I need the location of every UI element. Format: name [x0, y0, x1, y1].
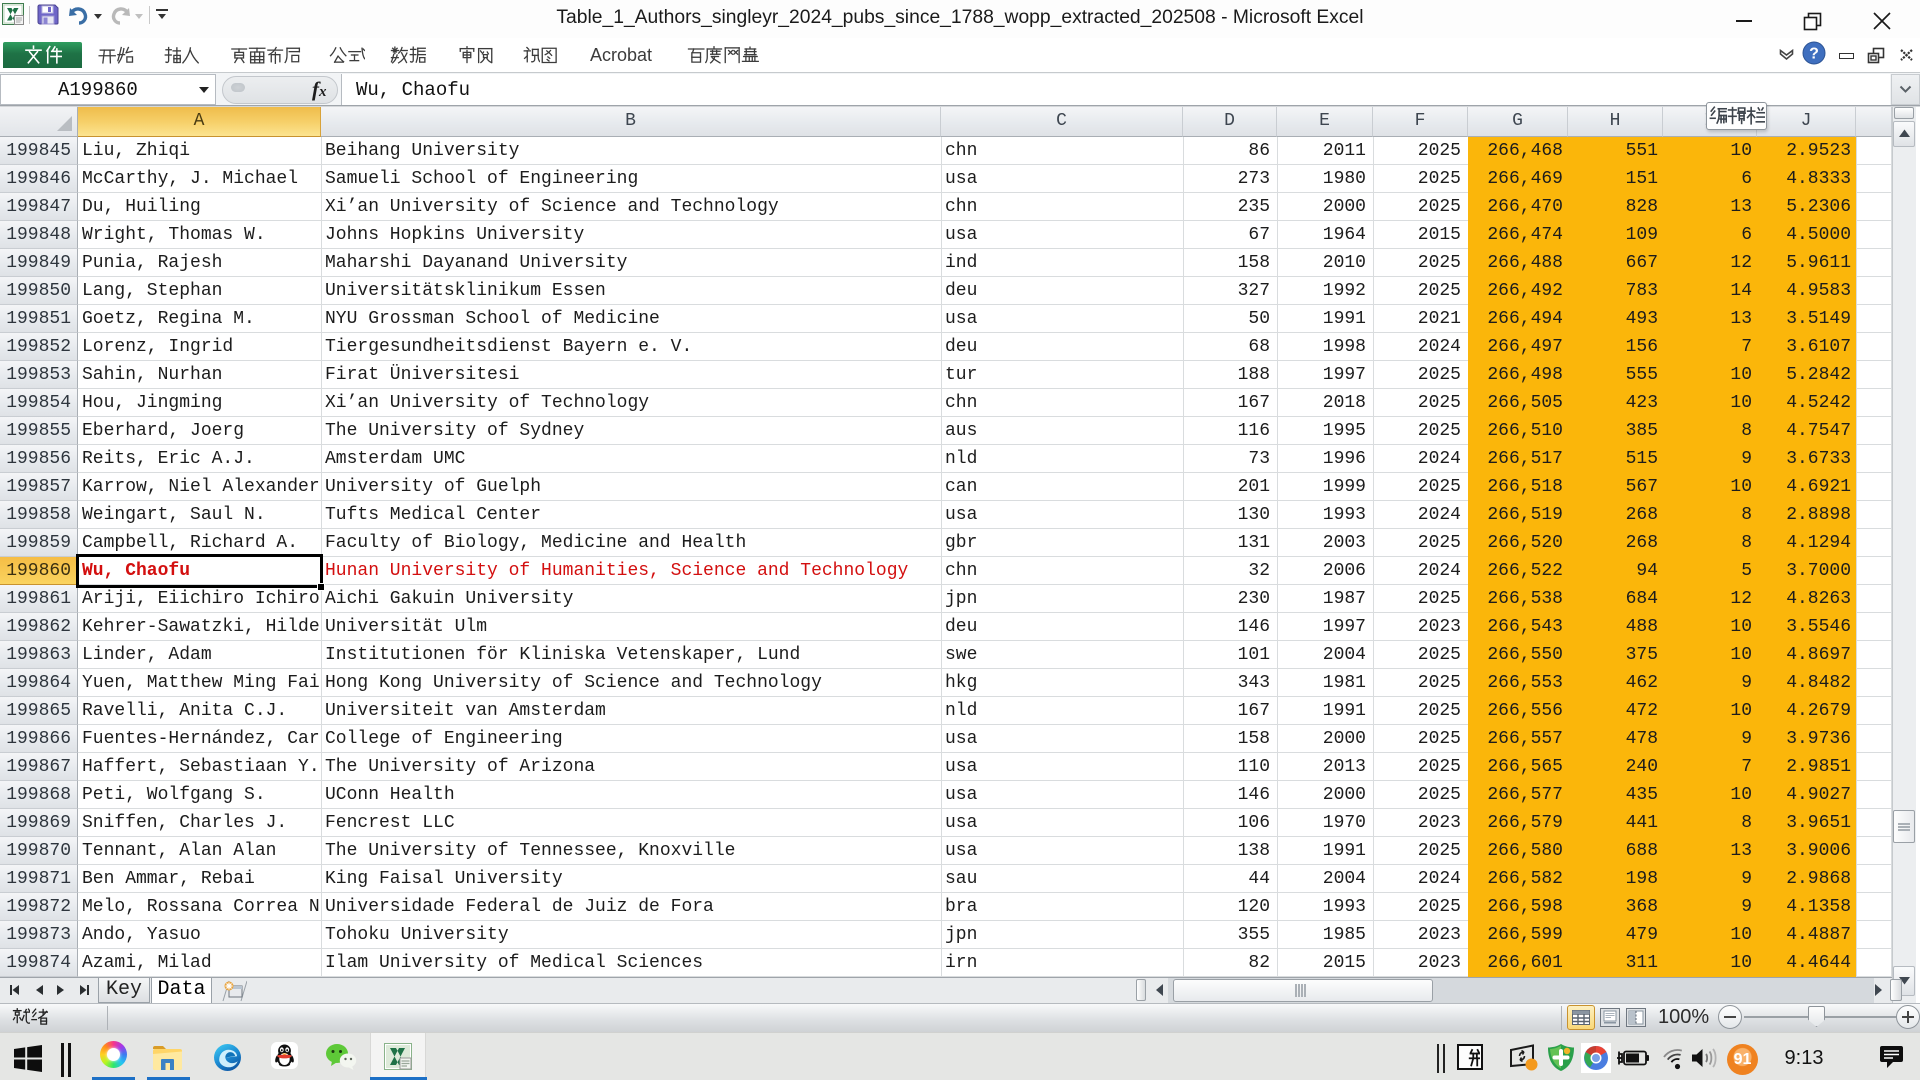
svg-text:?: ?	[1809, 46, 1819, 63]
